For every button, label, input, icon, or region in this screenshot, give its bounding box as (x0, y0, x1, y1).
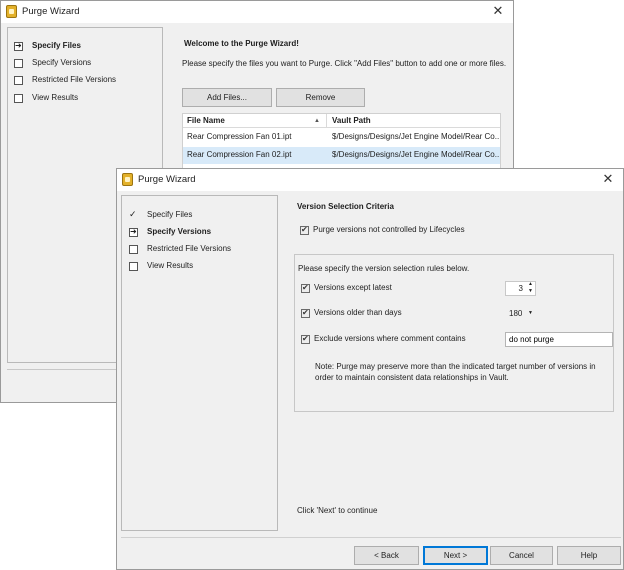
close-icon[interactable]: ✕ (601, 172, 615, 186)
versions-except-latest-label[interactable]: Versions except latest (314, 283, 392, 292)
remove-button[interactable]: Remove (276, 88, 365, 107)
exclude-comment-label[interactable]: Exclude versions where comment contains (314, 334, 466, 343)
table-row[interactable]: Rear Compression Fan 01.ipt $/Designs/De… (183, 129, 500, 146)
help-button[interactable]: Help (557, 546, 621, 565)
column-header-file-name[interactable]: File Name ▲ (183, 114, 327, 128)
vault-app-icon (6, 5, 17, 18)
table-row[interactable]: Rear Compression Fan 02.ipt $/Designs/De… (183, 147, 500, 164)
vault-app-icon (122, 173, 133, 186)
footer-divider (121, 537, 621, 538)
add-files-button[interactable]: Add Files... (182, 88, 272, 107)
vault-path-header-label: Vault Path (332, 116, 371, 125)
chevron-down-icon: ▼ (528, 310, 533, 316)
older-than-days-value: 180 (509, 309, 523, 318)
step-view-results[interactable]: View Results (147, 259, 193, 273)
lifecycle-checkbox-label[interactable]: Purge versions not controlled by Lifecyc… (313, 225, 465, 234)
back-window-titlebar: Purge Wizard ✕ (1, 1, 513, 23)
versions-except-latest-checkbox[interactable] (301, 283, 310, 293)
back-button[interactable]: < Back (354, 546, 419, 565)
front-steps-panel: ✓ Specify Files Specify Versions Restric… (121, 195, 278, 531)
step-restricted-file-versions[interactable]: Restricted File Versions (147, 242, 231, 256)
step-restricted-file-versions[interactable]: Restricted File Versions (32, 73, 116, 87)
file-name-cell: Rear Compression Fan 02.ipt (187, 150, 292, 159)
step-specify-versions[interactable]: Specify Versions (32, 56, 91, 70)
versions-except-latest-value: 3 (518, 284, 523, 293)
rules-intro-text: Please specify the version selection rul… (298, 264, 470, 273)
step-specify-versions[interactable]: Specify Versions (147, 225, 211, 239)
step-pending-checkbox (129, 262, 138, 271)
versions-older-than-label[interactable]: Versions older than days (314, 308, 402, 317)
front-window-titlebar: Purge Wizard ✕ (117, 169, 623, 191)
spin-up-icon[interactable]: ▲ (528, 281, 533, 288)
purge-note-line-2: order to maintain consistent data relati… (315, 373, 509, 382)
next-button[interactable]: Next > (423, 546, 488, 565)
front-window-title: Purge Wizard (138, 174, 196, 185)
close-icon[interactable]: ✕ (491, 4, 505, 18)
back-footer-divider (7, 369, 117, 370)
lifecycle-checkbox[interactable] (300, 225, 309, 235)
rules-group-box: Please specify the version selection rul… (294, 254, 614, 412)
versions-older-than-checkbox[interactable] (301, 308, 310, 318)
sort-ascending-icon: ▲ (314, 118, 320, 124)
file-name-header-label: File Name (187, 116, 225, 125)
vault-path-cell: $/Designs/Designs/Jet Engine Model/Rear … (332, 150, 500, 159)
instructions-text: Please specify the files you want to Pur… (182, 59, 507, 68)
step-pending-checkbox (14, 59, 23, 68)
cancel-button[interactable]: Cancel (490, 546, 553, 565)
exclude-comment-checkbox[interactable] (301, 334, 310, 344)
purge-note-line-1: Note: Purge may preserve more than the i… (315, 362, 596, 371)
step-complete-checkmark-icon: ✓ (129, 209, 137, 219)
continue-hint: Click 'Next' to continue (297, 506, 378, 515)
exclude-comment-input[interactable] (505, 332, 613, 347)
versions-except-latest-stepper[interactable]: 3 ▲ ▼ (505, 281, 536, 296)
step-view-results[interactable]: View Results (32, 91, 78, 105)
step-pending-checkbox (14, 76, 23, 85)
vault-path-cell: $/Designs/Designs/Jet Engine Model/Rear … (332, 132, 500, 141)
step-pending-checkbox (129, 245, 138, 254)
versions-older-than-days-dropdown[interactable]: 180 ▼ (505, 306, 536, 321)
step-specify-files[interactable]: Specify Files (147, 208, 192, 222)
spin-down-icon[interactable]: ▼ (528, 288, 533, 295)
current-step-icon (129, 227, 138, 237)
file-name-cell: Rear Compression Fan 01.ipt (187, 132, 292, 141)
files-grid: File Name ▲ Vault Path Rear Compression … (182, 113, 501, 169)
step-pending-checkbox (14, 94, 23, 103)
back-window-title: Purge Wizard (22, 6, 80, 17)
version-selection-title: Version Selection Criteria (297, 202, 394, 211)
current-step-icon (14, 41, 23, 51)
column-header-vault-path[interactable]: Vault Path (327, 114, 500, 128)
front-wizard-window: Purge Wizard ✕ ✓ Specify Files Specify V… (116, 168, 624, 570)
step-specify-files[interactable]: Specify Files (32, 39, 81, 53)
welcome-heading: Welcome to the Purge Wizard! (184, 39, 299, 48)
